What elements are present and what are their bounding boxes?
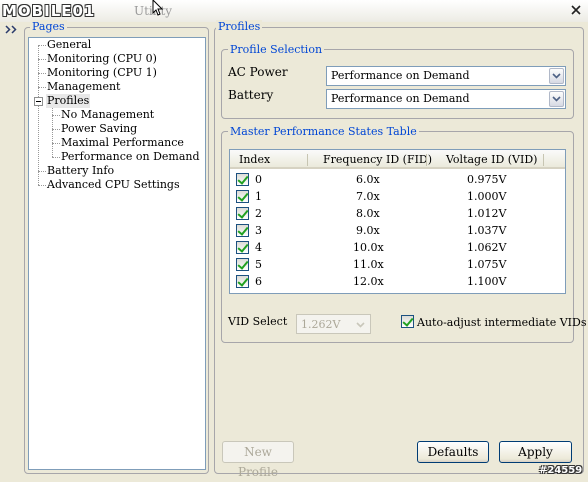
cell-index: 4 [255, 241, 262, 254]
cell-fid: 11.0x [353, 258, 384, 271]
vid-select-value: 1.262V [301, 318, 341, 331]
close-icon[interactable] [568, 2, 584, 18]
apply-button[interactable]: Apply [499, 441, 572, 463]
cell-fid: 12.0x [353, 275, 384, 288]
vid-select[interactable]: 1.262V [296, 314, 371, 334]
cell-fid: 7.0x [356, 190, 380, 203]
auto-adjust-checkbox[interactable] [401, 315, 414, 328]
tree-item-no-management[interactable]: No Management [61, 108, 154, 122]
cell-index: 6 [255, 275, 262, 288]
cell-vid: 0.975V [467, 173, 507, 186]
cell-vid: 1.062V [467, 241, 507, 254]
tree-item-maximal-performance[interactable]: Maximal Performance [61, 136, 184, 150]
cell-index: 2 [255, 207, 262, 220]
tree-connector [38, 59, 46, 60]
tree-connector [38, 171, 46, 172]
table-row[interactable]: 2 8.0x 1.012V [230, 205, 565, 222]
row-checkbox[interactable] [236, 190, 249, 203]
vid-select-label: VID Select [228, 315, 288, 328]
column-header-index[interactable]: Index [239, 153, 270, 166]
column-divider[interactable] [543, 154, 544, 166]
tree-connector [52, 129, 60, 130]
table-row[interactable]: 1 7.0x 1.000V [230, 188, 565, 205]
tree-item-general[interactable]: General [47, 38, 91, 52]
chevron-down-icon[interactable] [549, 68, 564, 84]
tree-item-advanced-cpu-settings[interactable]: Advanced CPU Settings [47, 178, 180, 192]
cell-index: 0 [255, 173, 262, 186]
defaults-button[interactable]: Defaults [417, 441, 489, 463]
performance-states-table[interactable]: Index Frequency ID (FID) Voltage ID (VID… [229, 149, 566, 294]
cell-vid: 1.075V [467, 258, 507, 271]
chevron-down-icon[interactable] [549, 91, 564, 107]
ac-power-label: AC Power [228, 65, 288, 79]
tree-connector [38, 45, 39, 185]
cell-vid: 1.037V [467, 224, 507, 237]
profiles-group-title: Profiles [216, 20, 263, 33]
profile-selection-title: Profile Selection [228, 43, 325, 56]
collapse-panel-icon[interactable] [5, 24, 19, 35]
cell-index: 3 [255, 224, 262, 237]
row-checkbox[interactable] [236, 207, 249, 220]
cell-index: 5 [255, 258, 262, 271]
tree-connector [38, 87, 46, 88]
row-checkbox[interactable] [236, 241, 249, 254]
table-row[interactable]: 6 12.0x 1.100V [230, 273, 565, 290]
row-checkbox[interactable] [236, 224, 249, 237]
tree-item-battery-info[interactable]: Battery Info [47, 164, 114, 178]
battery-label: Battery [228, 88, 274, 102]
auto-adjust-label[interactable]: Auto-adjust intermediate VIDs [417, 316, 586, 329]
performance-states-title: Master Performance States Table [228, 125, 419, 138]
ac-power-value: Performance on Demand [331, 69, 470, 82]
cell-vid: 1.012V [467, 207, 507, 220]
table-row[interactable]: 4 10.0x 1.062V [230, 239, 565, 256]
column-divider[interactable] [307, 154, 308, 166]
cell-index: 1 [255, 190, 262, 203]
tree-item-monitoring-cpu1[interactable]: Monitoring (CPU 1) [47, 66, 157, 80]
tree-item-management[interactable]: Management [47, 80, 120, 94]
column-header-fid[interactable]: Frequency ID (FID) [323, 153, 432, 166]
tree-connector [52, 157, 60, 158]
pages-group-title: Pages [30, 20, 67, 33]
battery-select[interactable]: Performance on Demand [326, 89, 566, 109]
row-checkbox[interactable] [236, 275, 249, 288]
tree-connector [52, 143, 60, 144]
image-id-label: #24559 [539, 465, 583, 476]
cell-vid: 1.100V [467, 275, 507, 288]
column-header-vid[interactable]: Voltage ID (VID) [446, 153, 537, 166]
tree-connector [38, 73, 46, 74]
tree-item-power-saving[interactable]: Power Saving [61, 122, 137, 136]
row-checkbox[interactable] [236, 258, 249, 271]
table-header: Index Frequency ID (FID) Voltage ID (VID… [230, 150, 565, 169]
cell-fid: 10.0x [353, 241, 384, 254]
tree-connector [52, 115, 60, 116]
ac-power-select[interactable]: Performance on Demand [326, 66, 566, 86]
tree-connector [38, 45, 46, 46]
new-profile-button[interactable]: New Profile [222, 441, 294, 479]
column-divider[interactable] [426, 154, 427, 166]
tree-connector [38, 185, 46, 186]
tree-item-monitoring-cpu0[interactable]: Monitoring (CPU 0) [47, 52, 157, 66]
watermark-logo: MOBILE01 [2, 2, 96, 20]
mouse-cursor-icon [152, 0, 164, 16]
table-row[interactable]: 5 11.0x 1.075V [230, 256, 565, 273]
row-checkbox[interactable] [236, 173, 249, 186]
table-row[interactable]: 3 9.0x 1.037V [230, 222, 565, 239]
table-row[interactable]: 0 6.0x 0.975V [230, 171, 565, 188]
tree-collapse-icon[interactable] [34, 97, 43, 106]
pages-tree[interactable]: General Monitoring (CPU 0) Monitoring (C… [28, 37, 206, 470]
cell-fid: 8.0x [356, 207, 380, 220]
chevron-down-icon [356, 322, 365, 328]
cell-vid: 1.000V [467, 190, 507, 203]
cell-fid: 9.0x [356, 224, 380, 237]
tree-item-performance-on-demand[interactable]: Performance on Demand [61, 150, 200, 164]
checkbox-check-icon [401, 315, 414, 328]
tree-item-profiles[interactable]: Profiles [46, 94, 91, 108]
cell-fid: 6.0x [356, 173, 380, 186]
battery-value: Performance on Demand [331, 92, 470, 105]
